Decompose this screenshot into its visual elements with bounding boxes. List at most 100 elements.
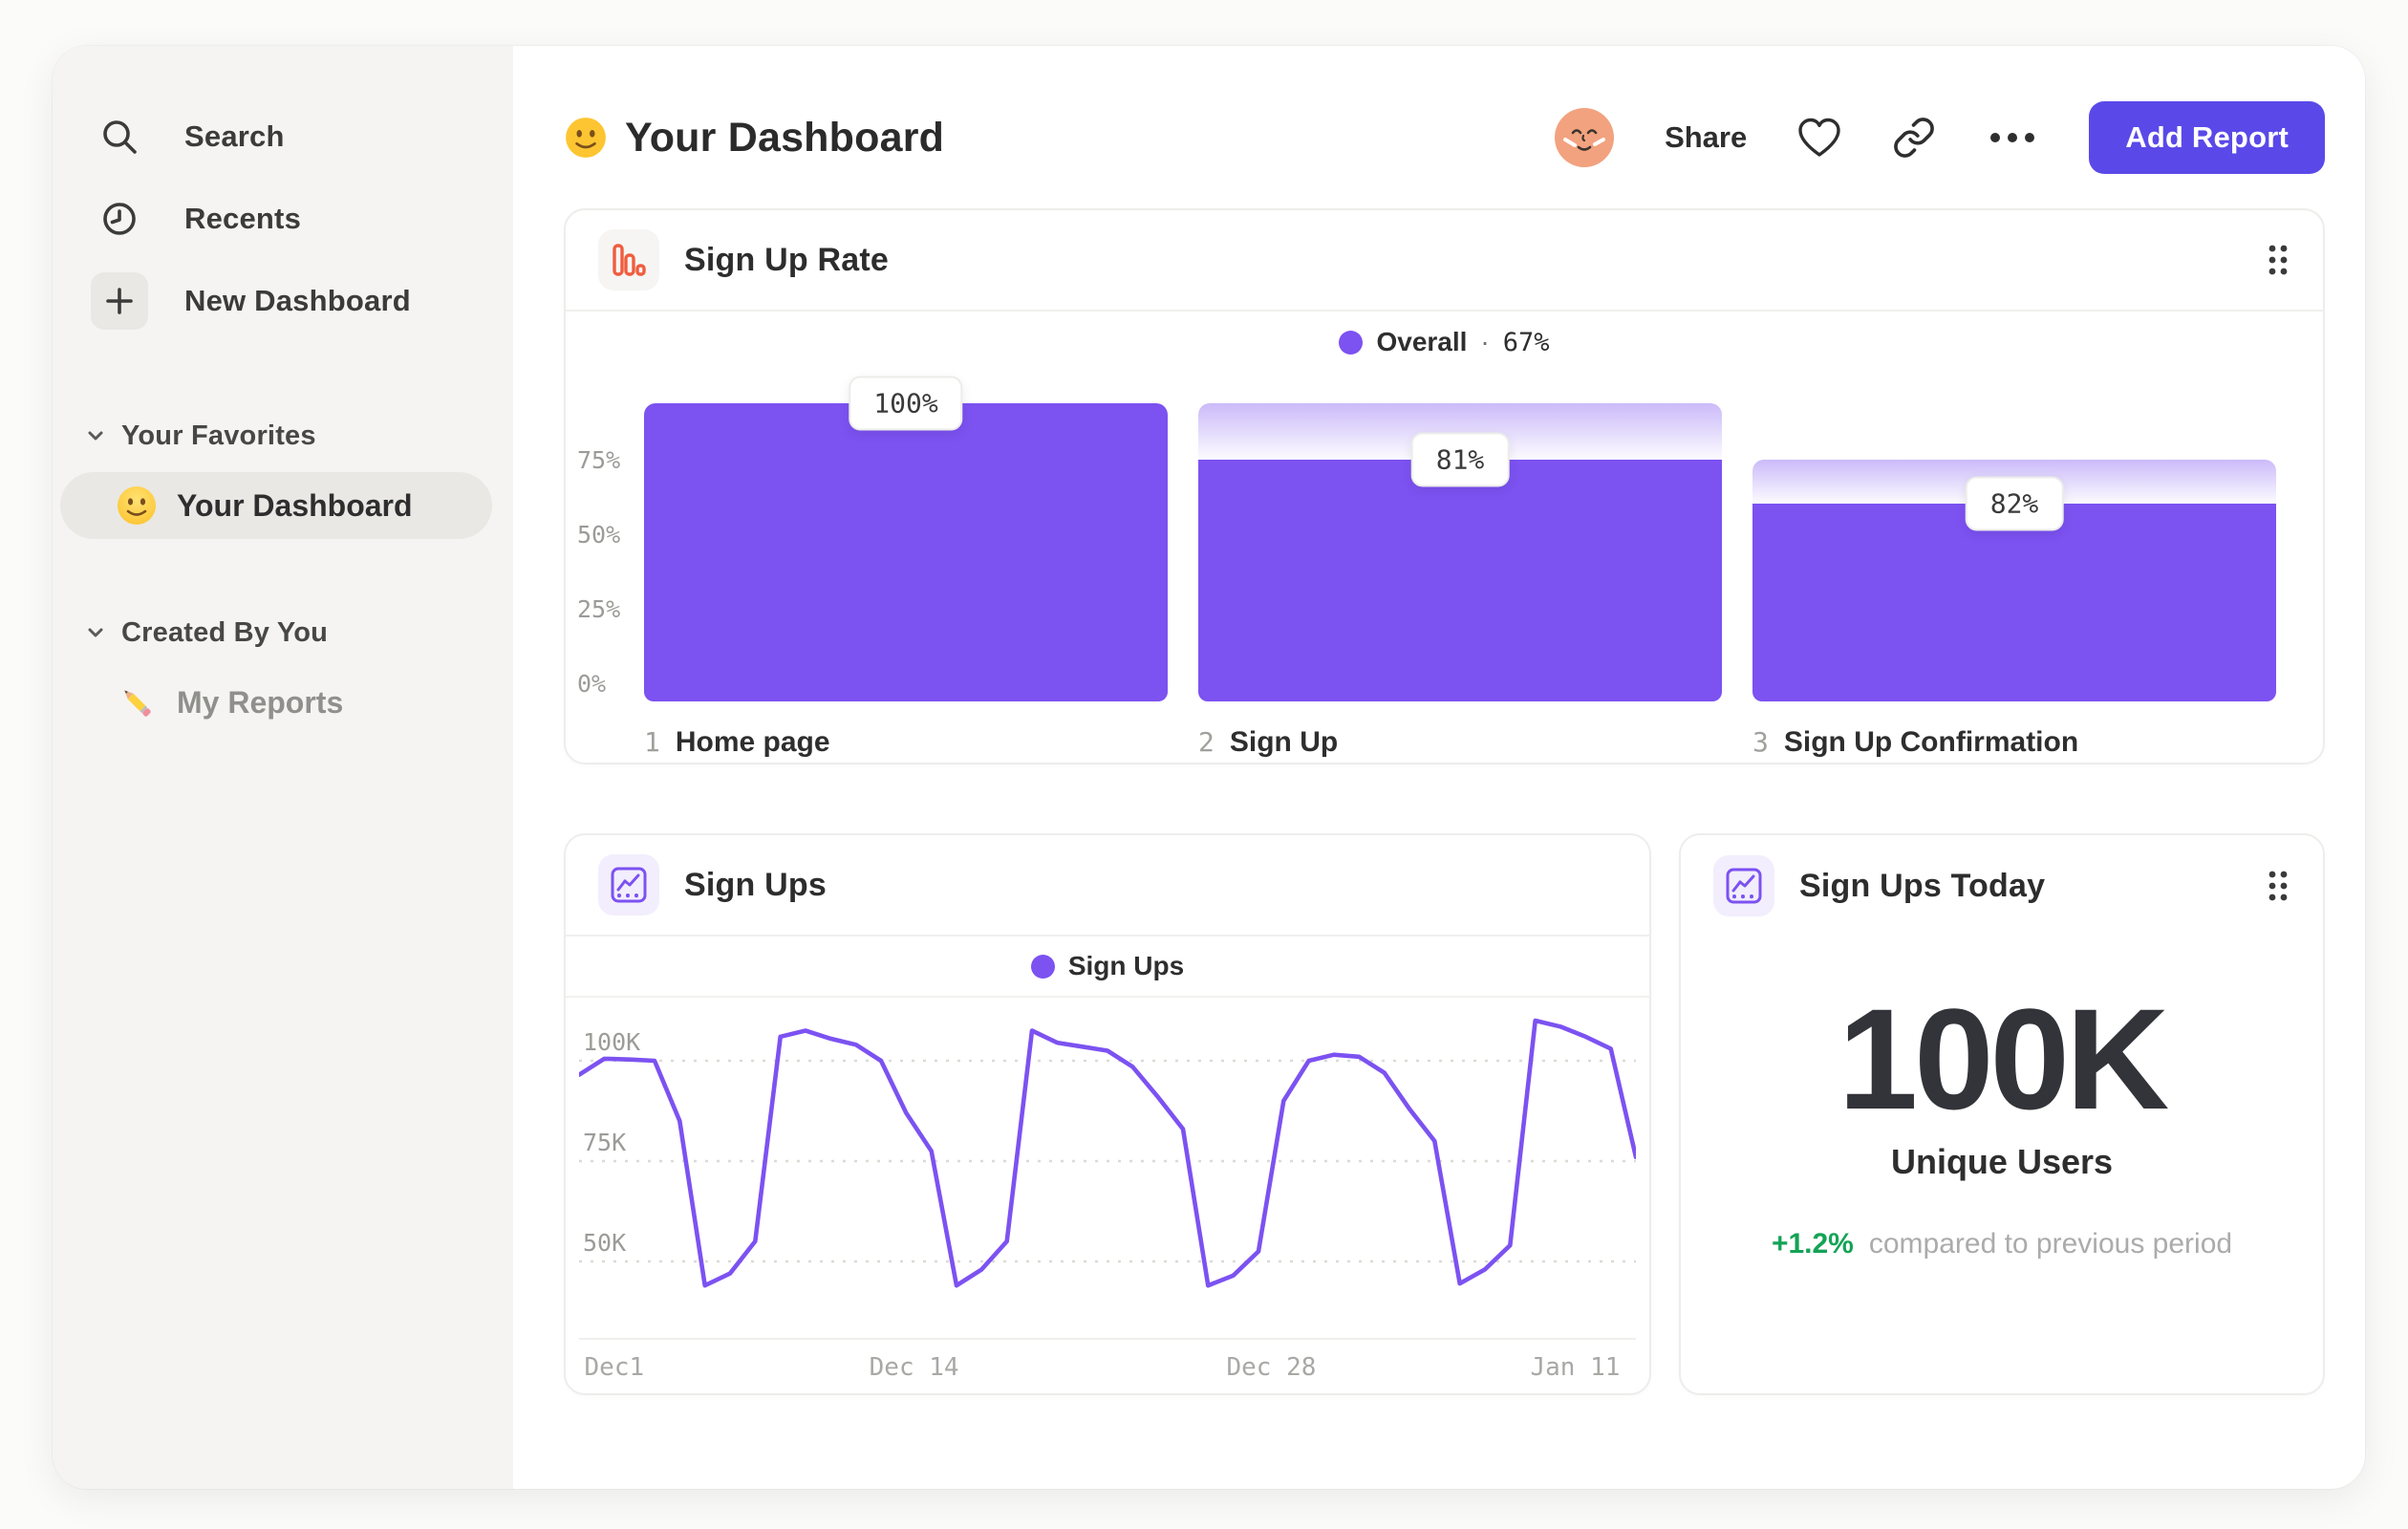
sign-up-rate-card: Sign Up Rate Overall · 67% 75% 50% 25% 0… xyxy=(564,208,2325,764)
sidebar-item-recents[interactable]: Recents xyxy=(53,178,513,260)
section-header-created-by-you[interactable]: Created By You xyxy=(53,606,513,659)
delta-value: +1.2% xyxy=(1771,1228,1854,1260)
axis-tick-label: 50% xyxy=(577,521,621,549)
axis-tick-label: Dec 28 xyxy=(1226,1353,1317,1382)
page-header: Your Dashboard Share Add Report xyxy=(564,84,2325,191)
axis-tick-label: Jan 11 xyxy=(1530,1353,1621,1382)
metric-body: 100K Unique Users +1.2% compared to prev… xyxy=(1681,937,2323,1260)
funnel-bar[interactable]: 100% xyxy=(644,376,1168,701)
funnel-bar[interactable]: 81% xyxy=(1198,403,1722,701)
chevron-down-icon xyxy=(83,620,108,645)
bar-value-tooltip: 81% xyxy=(1410,432,1510,487)
card-title: Sign Ups xyxy=(684,866,827,903)
legend-label: Overall xyxy=(1376,327,1468,356)
line-x-axis: Dec1 Dec 14 Dec 28 Jan 11 xyxy=(579,1353,1636,1399)
sidebar-item-your-dashboard[interactable]: Your Dashboard xyxy=(60,472,492,539)
metric-caption: Unique Users xyxy=(1890,1142,2114,1181)
sidebar-item-label: My Reports xyxy=(177,684,344,720)
funnel-bar-segment xyxy=(1752,503,2276,701)
add-report-button[interactable]: Add Report xyxy=(2089,101,2325,174)
bar-value-tooltip: 82% xyxy=(1965,476,2064,531)
step-name: Sign Up xyxy=(1229,726,1339,758)
sidebar-item-label: Search xyxy=(184,119,285,153)
sidebar-section-favorites: Your Favorites Your Dashboard xyxy=(53,409,513,539)
drag-handle-icon[interactable] xyxy=(2266,242,2290,278)
funnel-step-labels: 1 Home page 2 Sign Up 3 Sign Up Confirmation xyxy=(644,726,2276,759)
funnel-legend[interactable]: Overall · 67% xyxy=(566,312,2323,373)
line-legend[interactable]: Sign Ups xyxy=(566,937,1649,998)
axis-tick-label: 25% xyxy=(577,595,621,623)
step-name: Home page xyxy=(675,726,830,758)
smiley-emoji-icon xyxy=(116,485,158,527)
share-button[interactable]: Share xyxy=(1665,120,1747,155)
funnel-step-label: 3 Sign Up Confirmation xyxy=(1752,726,2276,759)
page-title: Your Dashboard xyxy=(625,114,945,161)
plus-icon xyxy=(91,272,148,330)
funnel-bar[interactable]: 82% xyxy=(1752,403,2276,701)
delta-caption: compared to previous period xyxy=(1868,1228,2233,1260)
drag-handle-icon[interactable] xyxy=(2266,868,2290,904)
line-plot-area[interactable]: 100K 75K 50K xyxy=(579,998,1636,1340)
clock-icon xyxy=(91,190,148,248)
step-number: 3 xyxy=(1752,726,1769,758)
axis-tick-label: 75K xyxy=(583,1129,627,1156)
step-name: Sign Up Confirmation xyxy=(1783,726,2079,758)
sidebar-item-my-reports[interactable]: My Reports xyxy=(60,669,492,736)
sidebar-section-created: Created By You My Reports xyxy=(53,606,513,736)
sidebar-item-new-dashboard[interactable]: New Dashboard xyxy=(53,260,513,342)
funnel-bar-segment xyxy=(1198,460,1722,701)
legend-value: 67% xyxy=(1502,327,1550,357)
section-title: Your Favorites xyxy=(121,420,316,451)
metric-value: 100K xyxy=(1838,979,2170,1139)
main-content: Your Dashboard Share Add Report Sign Up … xyxy=(513,46,2365,1489)
delta-row: +1.2% compared to previous period xyxy=(1772,1228,2232,1260)
funnel-chart-icon xyxy=(598,229,659,291)
axis-tick-label: 100K xyxy=(583,1028,641,1056)
card-header: Sign Ups xyxy=(566,835,1649,937)
line-chart-icon xyxy=(1713,855,1774,916)
axis-tick-label: 75% xyxy=(577,446,621,474)
axis-tick-label: 50K xyxy=(583,1229,627,1257)
axis-tick-label: Dec 14 xyxy=(869,1353,959,1382)
section-title: Created By You xyxy=(121,616,329,648)
funnel-plot: 75% 50% 25% 0% 100% 81% 82% xyxy=(577,376,2276,701)
line-chart-icon xyxy=(598,854,659,915)
bar-value-tooltip: 100% xyxy=(849,376,963,431)
sidebar-item-label: New Dashboard xyxy=(184,284,411,317)
step-number: 2 xyxy=(1198,726,1215,758)
pencil-emoji-icon xyxy=(116,681,158,723)
avatar[interactable] xyxy=(1554,107,1615,168)
favorite-heart-icon[interactable] xyxy=(1796,116,1842,160)
header-actions: Share Add Report xyxy=(1554,101,2325,174)
card-header: Sign Ups Today xyxy=(1681,835,2323,937)
axis-tick-label: 0% xyxy=(577,670,607,698)
sidebar: Search Recents New Dashboard Your Favori… xyxy=(53,46,513,1489)
chevron-down-icon xyxy=(83,423,108,448)
sidebar-item-label: Recents xyxy=(184,202,302,235)
line-chart-svg xyxy=(579,1018,1636,1288)
legend-label: Sign Ups xyxy=(1067,951,1185,980)
card-title: Sign Ups Today xyxy=(1799,867,2046,904)
legend-dot xyxy=(1030,954,1055,979)
sidebar-item-search[interactable]: Search xyxy=(53,96,513,178)
sidebar-item-label: Your Dashboard xyxy=(177,487,413,523)
legend-dot xyxy=(1339,330,1364,355)
step-number: 1 xyxy=(644,726,660,758)
card-header: Sign Up Rate xyxy=(566,210,2323,312)
section-header-your-favorites[interactable]: Your Favorites xyxy=(53,409,513,463)
search-icon xyxy=(91,108,148,165)
funnel-step-label: 2 Sign Up xyxy=(1198,726,1722,759)
funnel-bars: 100% 81% 82% xyxy=(644,376,2276,701)
legend-separator: · xyxy=(1480,327,1490,356)
sign-ups-today-card: Sign Ups Today 100K Unique Users +1.2% c… xyxy=(1679,833,2325,1395)
more-options-icon[interactable] xyxy=(1986,129,2039,146)
smiley-emoji-icon xyxy=(564,116,608,160)
copy-link-icon[interactable] xyxy=(1892,116,1936,160)
sign-ups-card: Sign Ups Sign Ups 100K 75K 50K Dec1 Dec 14 D… xyxy=(564,833,1651,1395)
page-title-wrap: Your Dashboard xyxy=(564,115,944,162)
funnel-step-label: 1 Home page xyxy=(644,726,1168,759)
card-title: Sign Up Rate xyxy=(684,241,889,278)
app-window: Search Recents New Dashboard Your Favori… xyxy=(53,46,2365,1489)
funnel-bar-segment xyxy=(644,403,1168,701)
axis-tick-label: Dec1 xyxy=(584,1353,645,1382)
